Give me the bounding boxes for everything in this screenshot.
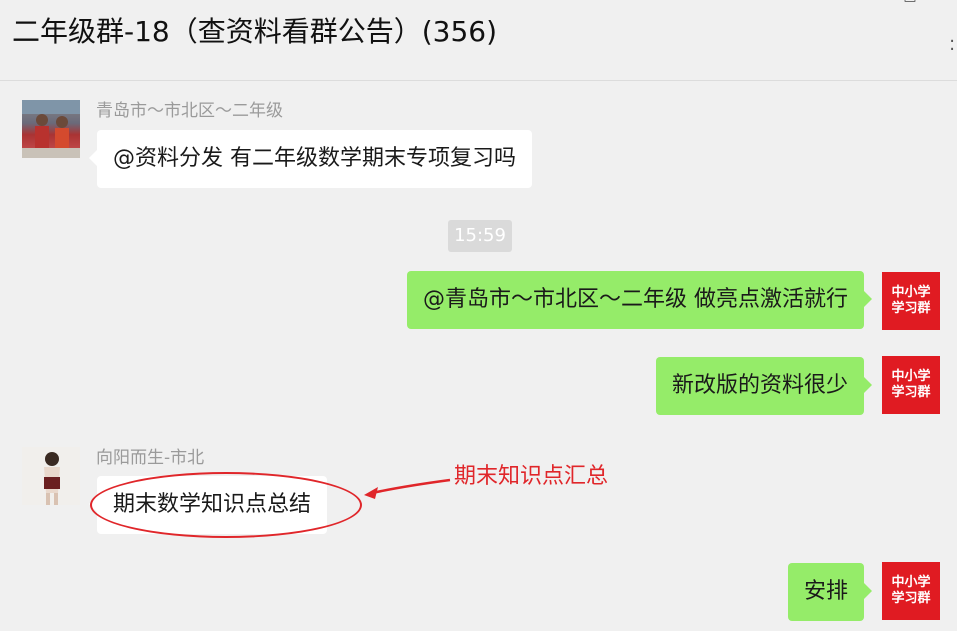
avatar-label: 学习群 xyxy=(891,591,931,606)
avatar-photo-icon xyxy=(22,447,80,505)
chat-header: 二年级群-18（查资料看群公告）(356) ⊥ — □ ·· xyxy=(0,0,957,81)
maximize-icon[interactable]: □ xyxy=(901,0,919,6)
chat-title[interactable]: 二年级群-18（查资料看群公告）(356) xyxy=(12,12,497,52)
avatar[interactable]: 中小学 学习群 xyxy=(882,562,940,620)
more-icon[interactable]: · · xyxy=(949,33,955,59)
timestamp: 15:59 xyxy=(448,220,512,252)
annotation-ellipse xyxy=(90,472,362,538)
avatar-label: 学习群 xyxy=(891,385,931,400)
pin-icon[interactable]: ⊥ xyxy=(787,0,805,6)
avatar[interactable]: 中小学 学习群 xyxy=(882,272,940,330)
avatar[interactable] xyxy=(22,447,80,505)
avatar-photo-icon xyxy=(22,100,80,158)
avatar[interactable]: 中小学 学习群 xyxy=(882,356,940,414)
message-bubble[interactable]: @青岛市～市北区～二年级 做亮点激活就行 xyxy=(407,271,872,329)
avatar-label: 中小学 xyxy=(891,285,931,300)
sender-name: 向阳而生-市北 xyxy=(96,448,205,468)
avatar-label: 中小学 xyxy=(891,575,931,590)
minimize-icon[interactable]: — xyxy=(845,0,863,6)
avatar-label: 学习群 xyxy=(891,301,931,316)
sender-name: 青岛市～市北区～二年级 xyxy=(96,101,283,121)
message-bubble[interactable]: 新改版的资料很少 xyxy=(655,357,873,415)
avatar-label: 中小学 xyxy=(891,369,931,384)
message-bubble[interactable]: @资料分发 有二年级数学期末专项复习吗 xyxy=(89,130,532,188)
avatar[interactable] xyxy=(22,100,80,158)
message-bubble[interactable]: 安排 xyxy=(787,563,873,621)
annotation-label: 期末知识点汇总 xyxy=(454,464,609,489)
annotation-arrow-icon xyxy=(364,478,451,499)
